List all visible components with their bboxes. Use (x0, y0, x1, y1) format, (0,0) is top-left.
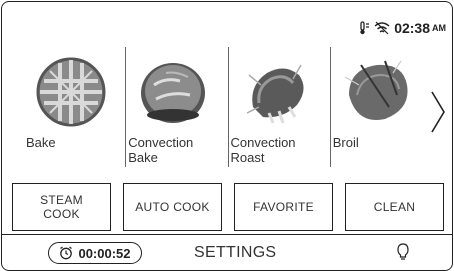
mode-label: Broil (332, 135, 359, 150)
oven-control-panel: 02:38 AM Bake Convection Bake Convection… (1, 1, 453, 271)
mode-convection-bake[interactable]: Convection Bake (126, 47, 227, 172)
chevron-right-icon[interactable] (430, 90, 446, 134)
oven-light-icon[interactable] (396, 243, 410, 261)
roast-icon (246, 64, 304, 124)
mode-bake[interactable]: Bake (24, 47, 125, 172)
bottom-bar: 00:00:52 SETTINGS (2, 234, 452, 270)
bread-icon (141, 63, 206, 123)
cook-mode-carousel: Bake Convection Bake Convection Roast Br… (24, 47, 432, 177)
clock-ampm: AM (432, 23, 446, 33)
clock-time: 02:38 (394, 20, 430, 36)
steam-cook-button[interactable]: STEAM COOK (12, 183, 111, 231)
mode-label: Convection Bake (128, 135, 194, 165)
mode-label: Bake (26, 135, 56, 150)
auto-cook-button[interactable]: AUTO COOK (123, 183, 222, 231)
kitchen-timer-button[interactable]: 00:00:52 (48, 242, 142, 264)
clean-button[interactable]: CLEAN (345, 183, 444, 231)
steak-icon (344, 60, 408, 120)
mode-convection-roast[interactable]: Convection Roast (229, 47, 330, 172)
pie-icon (36, 57, 106, 127)
settings-button[interactable]: SETTINGS (194, 244, 276, 262)
mode-broil[interactable]: Broil (331, 47, 432, 172)
alarm-clock-icon (60, 246, 73, 260)
wifi-icon (374, 21, 390, 35)
status-bar: 02:38 AM (358, 20, 446, 36)
timer-value: 00:00:52 (78, 245, 131, 261)
mode-label: Convection Roast (230, 135, 296, 165)
favorite-button[interactable]: FAVORITE (234, 183, 333, 231)
action-buttons: STEAM COOK AUTO COOK FAVORITE CLEAN (12, 183, 444, 231)
probe-icon (360, 21, 370, 35)
